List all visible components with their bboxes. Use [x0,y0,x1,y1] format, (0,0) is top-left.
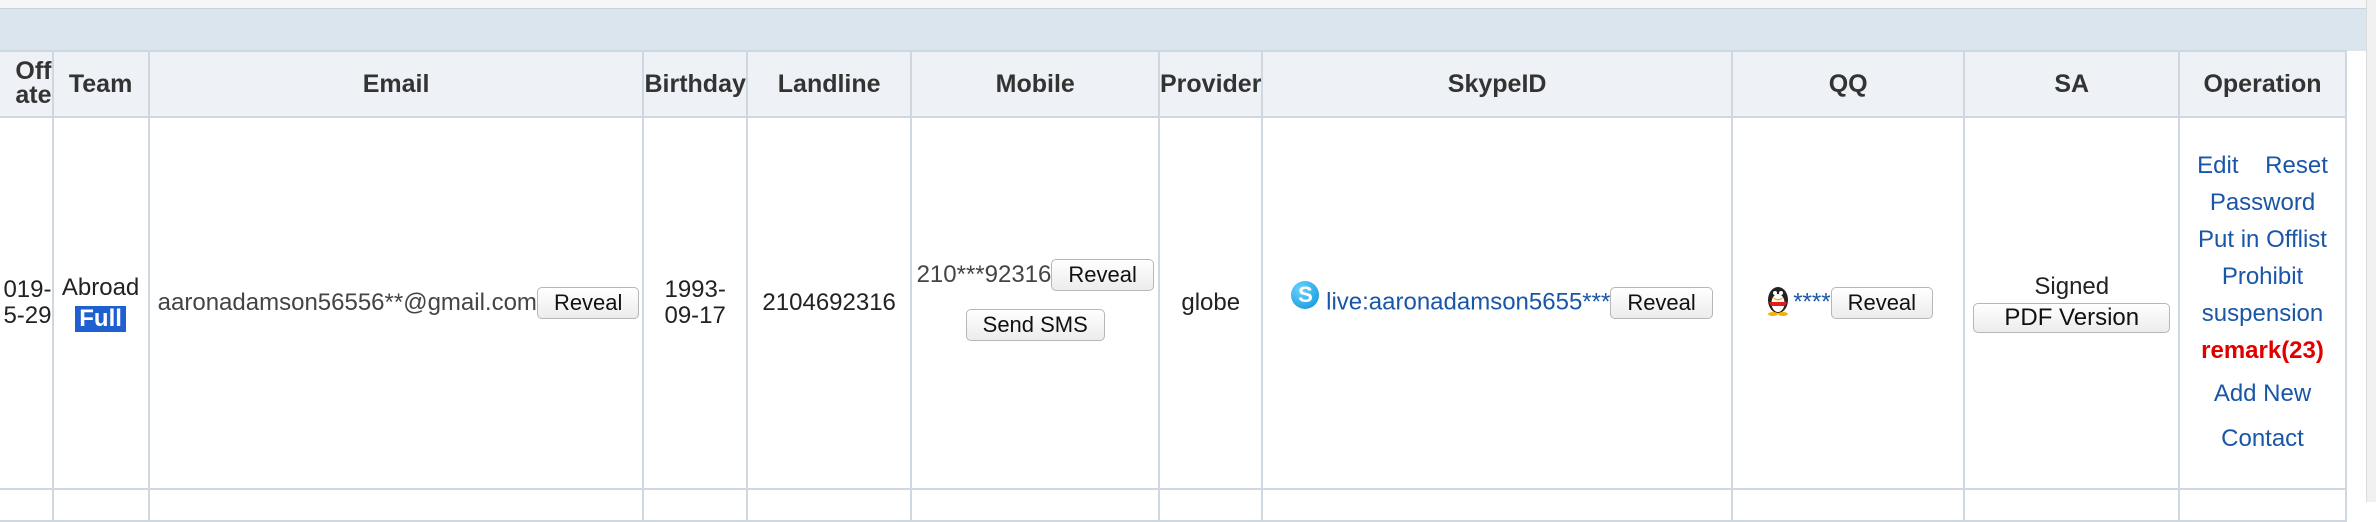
col-offdate[interactable]: Off ate [0,50,54,118]
cell-skype: S live:aaronadamson5655*** Reveal [1261,116,1733,490]
col-landline[interactable]: Landline [745,50,913,118]
sa-status: Signed [2034,273,2110,300]
remark-link[interactable]: remark(23) [2181,332,2344,369]
add-new-contact-link-line2[interactable]: Contact [2181,419,2344,459]
cell-landline: 2104692316 [745,116,913,490]
mobile-masked-value: 210***92316 [916,261,1052,288]
email-masked-value: aaronadamson56556**@gmail.com [157,289,537,316]
send-sms-button[interactable]: Send SMS [965,309,1105,341]
prohibit-suspension-link[interactable]: Prohibit [2181,258,2344,295]
col-mobile[interactable]: Mobile [910,50,1160,118]
team-status-badge: Full [75,305,126,332]
offdate-value: 019- 5-29 [3,275,52,329]
skype-icon: S [1291,281,1320,309]
cell-mobile: 210***92316 Reveal Send SMS [910,116,1160,490]
col-operation[interactable]: Operation [2178,50,2347,118]
reveal-skype-button[interactable]: Reveal [1610,287,1713,319]
col-skype[interactable]: SkypeID [1261,50,1733,118]
vertical-scrollbar[interactable] [2366,0,2376,502]
pdf-version-button[interactable]: PDF Version [1973,303,2171,333]
reveal-mobile-button[interactable]: Reveal [1051,259,1154,291]
top-strip [0,0,2376,8]
reveal-qq-button[interactable]: Reveal [1830,287,1934,319]
put-in-offlist-link[interactable]: Put in Offlist [2181,221,2344,258]
reset-password-link-line2[interactable]: Password [2181,184,2344,221]
cell-operation: Edit Reset Password Put in Offlist Prohi… [2178,116,2347,490]
contacts-table: Off ate Team Email Birthday Landline Mob… [0,50,2347,522]
col-birthday[interactable]: Birthday [642,50,748,118]
qq-penguin-icon [1763,282,1793,316]
add-new-contact-link[interactable]: Add New [2181,369,2344,419]
header-row: Off ate Team Email Birthday Landline Mob… [0,50,2347,118]
skype-id-link[interactable]: live:aaronadamson5655*** [1326,288,1610,315]
cell-email: aaronadamson56556**@gmail.com Reveal [147,116,645,490]
edit-link[interactable]: Edit [2197,152,2238,179]
col-team[interactable]: Team [51,50,150,118]
team-name: Abroad [61,273,140,301]
prohibit-suspension-link-line2[interactable]: suspension [2181,295,2344,332]
birthday-value: 1993- 09-17 [664,275,726,329]
col-email[interactable]: Email [147,50,645,118]
col-provider[interactable]: Provider [1157,50,1264,118]
cell-offdate: 019- 5-29 [0,116,54,490]
table-row-next [0,488,2347,522]
qq-masked-value: **** [1793,288,1831,316]
cell-sa: Signed PDF Version [1963,116,2181,490]
table-toolbar-band [0,8,2376,51]
cell-qq: **** Reveal [1730,116,1966,490]
table-row: 019- 5-29 Abroad Full aaronadamson56556*… [0,116,2347,490]
cell-team: Abroad Full [51,116,150,490]
col-sa[interactable]: SA [1963,50,2181,118]
cell-provider: globe [1157,116,1264,490]
col-qq[interactable]: QQ [1730,50,1966,118]
reveal-email-button[interactable]: Reveal [536,287,640,319]
reset-password-link[interactable]: Reset [2265,152,2328,179]
cell-birthday: 1993- 09-17 [642,116,748,490]
